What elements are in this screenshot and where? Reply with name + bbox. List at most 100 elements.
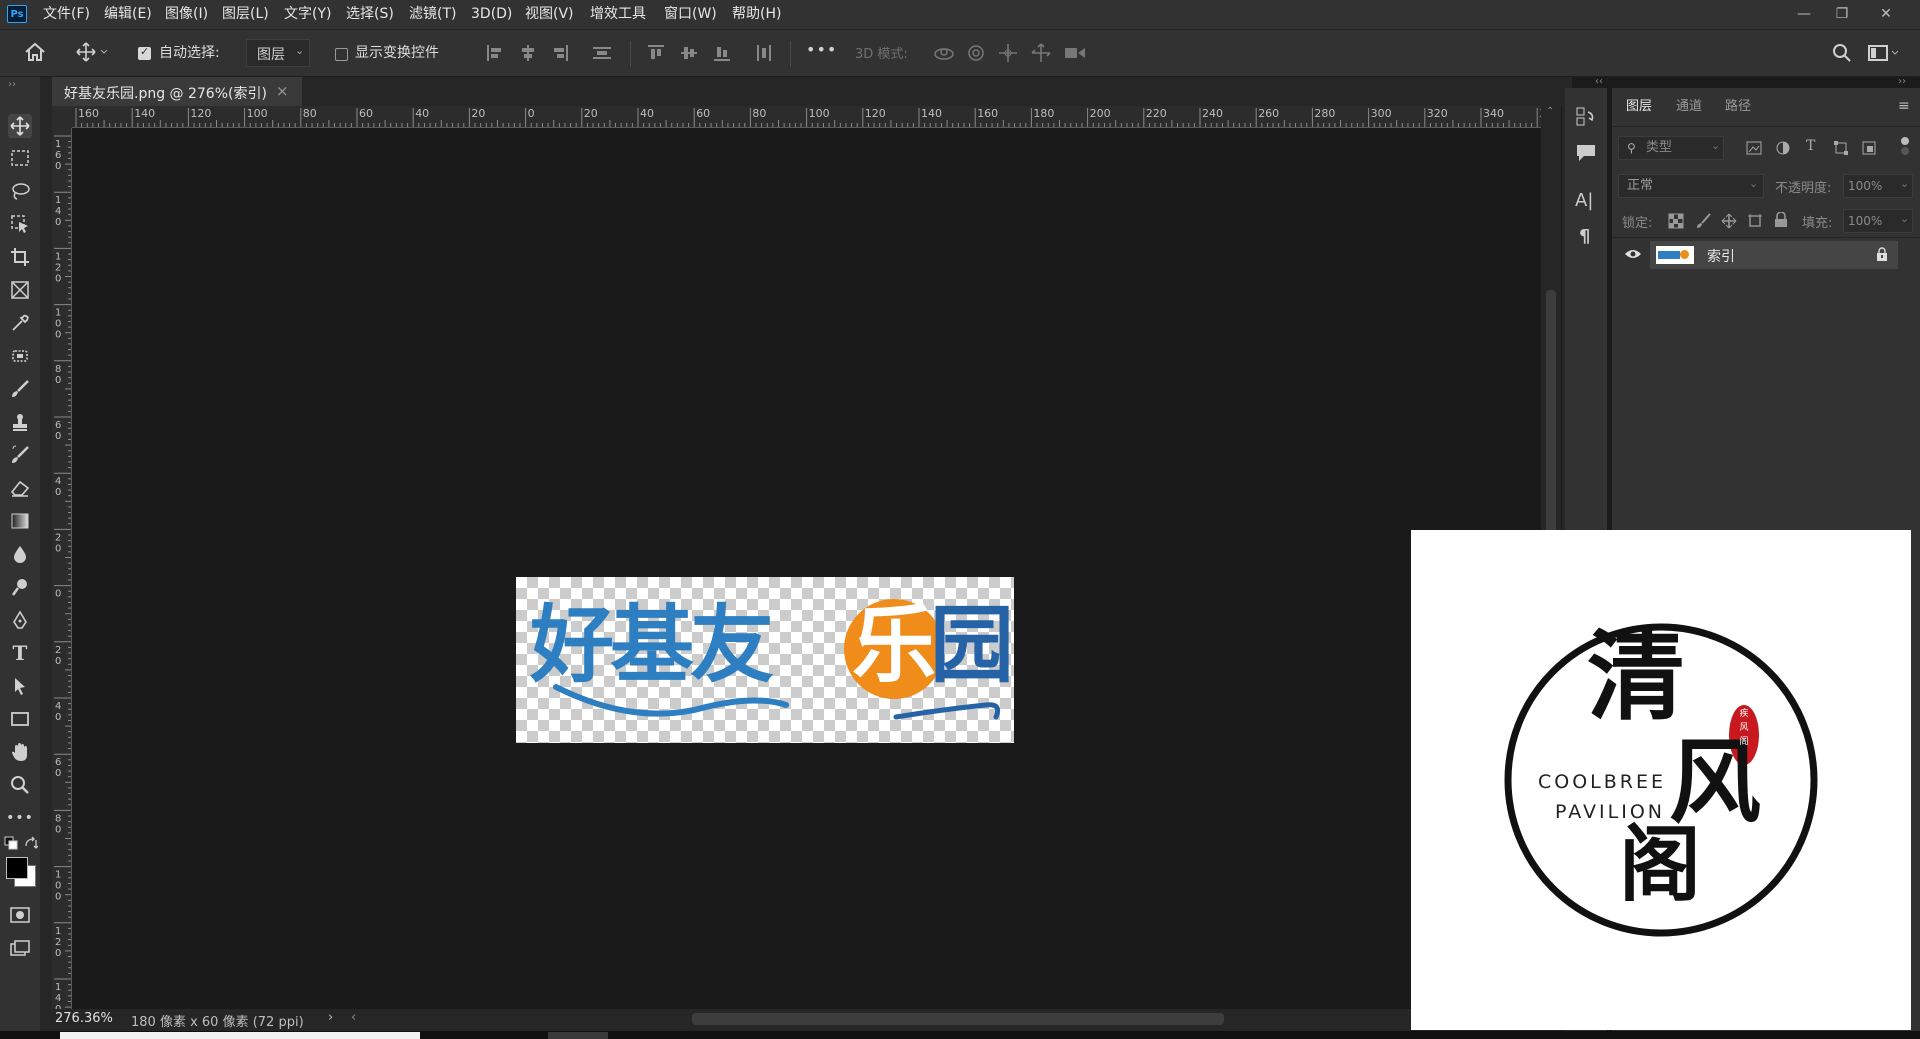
menu-window[interactable]: 窗口(W) [664, 0, 717, 29]
collapse-dock-icon[interactable]: ‹‹ [1595, 76, 1603, 87]
menu-filter[interactable]: 滤镜(T) [409, 0, 456, 29]
3d-slide-icon[interactable] [1031, 43, 1051, 67]
filter-smart-object-icon[interactable] [1861, 140, 1877, 160]
swap-colors-icon[interactable] [24, 836, 39, 854]
horizontal-ruler[interactable]: 160 140 120 100 80 60 40 20 0 20 40 60 80 100 120 140 16… [72, 106, 1541, 128]
zoom-tool-icon[interactable] [8, 773, 32, 797]
vertical-scroll-thumb[interactable] [1546, 290, 1556, 540]
menu-3d[interactable]: 3D(D) [471, 0, 512, 29]
align-top-icon[interactable] [647, 44, 665, 66]
target-dropdown[interactable]: 图层 ⌄ [246, 39, 310, 67]
default-colors-icon[interactable] [4, 836, 18, 854]
tab-channels[interactable]: 通道 [1676, 88, 1702, 126]
opacity-input[interactable]: 100% ⌄ [1843, 174, 1913, 198]
more-options-icon[interactable]: ••• [806, 40, 837, 59]
crop-tool-icon[interactable] [8, 245, 32, 269]
menu-type[interactable]: 文字(Y) [284, 0, 331, 29]
scroll-up-icon[interactable]: ⌃ [1546, 106, 1554, 117]
lock-position-icon[interactable] [1721, 213, 1737, 233]
gradient-tool-icon[interactable] [8, 509, 32, 533]
brush-tool-icon[interactable] [8, 377, 32, 401]
object-select-tool-icon[interactable] [8, 212, 32, 236]
align-middle-v-icon[interactable] [680, 44, 698, 66]
fill-input[interactable]: 100% ⌄ [1843, 209, 1913, 233]
menu-image[interactable]: 图像(I) [165, 0, 208, 29]
layer-filter-dropdown[interactable]: ⚲ 类型 ⌄ [1618, 136, 1724, 160]
marquee-tool-icon[interactable] [8, 146, 32, 170]
filter-adjustment-icon[interactable] [1775, 140, 1791, 160]
edit-toolbar-icon[interactable]: ••• [6, 806, 33, 830]
frame-tool-icon[interactable] [8, 278, 32, 302]
blur-tool-icon[interactable] [8, 542, 32, 566]
tab-layers[interactable]: 图层 [1626, 88, 1652, 126]
filter-type-icon[interactable]: T [1806, 138, 1815, 154]
history-brush-tool-icon[interactable] [8, 443, 32, 467]
collapse-arrows-icon[interactable]: ›› [8, 79, 16, 90]
expand-panels-icon[interactable]: ›› [1898, 76, 1906, 87]
foreground-color-swatch[interactable] [6, 857, 28, 879]
ruler-origin[interactable] [52, 106, 72, 128]
show-transform-checkbox[interactable] [335, 48, 348, 61]
lock-transparent-icon[interactable] [1668, 213, 1684, 233]
layer-row[interactable]: 索引 [1650, 241, 1898, 269]
move-tool-icon[interactable] [8, 114, 32, 138]
filter-shape-icon[interactable] [1833, 140, 1849, 160]
lock-image-icon[interactable] [1696, 213, 1712, 233]
visibility-eye-icon[interactable] [1624, 248, 1642, 264]
home-icon[interactable] [24, 42, 46, 66]
zoom-level[interactable]: 276.36% [55, 1011, 113, 1026]
type-tool-icon[interactable]: T [8, 641, 32, 665]
pen-tool-icon[interactable] [8, 608, 32, 632]
healing-brush-tool-icon[interactable] [8, 344, 32, 368]
menu-file[interactable]: 文件(F) [43, 0, 90, 29]
paragraph-panel-icon[interactable]: ¶ [1579, 226, 1590, 247]
screen-mode-icon[interactable] [8, 936, 32, 960]
search-icon[interactable] [1832, 43, 1852, 67]
path-selection-tool-icon[interactable] [8, 674, 32, 698]
distribute-vertical-icon[interactable] [592, 44, 612, 66]
dodge-tool-icon[interactable] [8, 575, 32, 599]
menu-view[interactable]: 视图(V) [525, 0, 574, 29]
menu-select[interactable]: 选择(S) [346, 0, 394, 29]
filter-pixel-icon[interactable] [1746, 140, 1762, 160]
menu-help[interactable]: 帮助(H) [732, 0, 781, 29]
align-bottom-icon[interactable] [713, 44, 731, 66]
workspace-icon[interactable] [1868, 43, 1900, 67]
3d-orbit-icon[interactable] [933, 44, 955, 66]
move-tool-preset-icon[interactable] [76, 42, 108, 66]
quick-mask-icon[interactable] [8, 903, 32, 927]
lock-all-icon[interactable] [1774, 211, 1788, 232]
hand-tool-icon[interactable] [8, 740, 32, 764]
horizontal-scroll-thumb[interactable] [692, 1013, 1224, 1025]
panel-menu-icon[interactable]: ≡ [1898, 98, 1910, 114]
menu-edit[interactable]: 编辑(E) [104, 0, 152, 29]
canvas-area[interactable] [72, 128, 1541, 1009]
character-panel-icon[interactable]: A| [1575, 190, 1593, 211]
history-panel-icon[interactable] [1575, 106, 1597, 132]
align-right-icon[interactable] [551, 44, 569, 66]
vertical-ruler[interactable]: 16014012010080604020020406080100120140 [52, 128, 72, 1009]
align-center-h-icon[interactable] [519, 44, 537, 66]
filter-toggle-icon[interactable] [1900, 136, 1910, 160]
tab-paths[interactable]: 路径 [1725, 88, 1751, 126]
3d-roll-icon[interactable] [966, 43, 986, 67]
clone-stamp-tool-icon[interactable] [8, 410, 32, 434]
auto-select-checkbox[interactable] [138, 45, 151, 60]
lock-artboard-icon[interactable] [1747, 213, 1763, 233]
minimize-button[interactable]: — [1784, 0, 1824, 29]
blend-mode-dropdown[interactable]: 正常 ⌄ [1618, 174, 1764, 198]
eyedropper-tool-icon[interactable] [8, 311, 32, 335]
3d-pan-icon[interactable] [998, 43, 1018, 67]
scroll-left-icon[interactable]: ‹ [351, 1010, 356, 1025]
lasso-tool-icon[interactable] [8, 179, 32, 203]
restore-button[interactable]: ❐ [1822, 0, 1862, 29]
document-image[interactable]: 好基友 乐 园 [516, 577, 1014, 743]
status-menu-arrow-icon[interactable]: › [328, 1010, 333, 1025]
taskbar-item[interactable] [548, 1032, 608, 1039]
distribute-horizontal-icon[interactable] [755, 44, 773, 66]
close-window-button[interactable]: ✕ [1866, 0, 1906, 29]
eraser-tool-icon[interactable] [8, 476, 32, 500]
rectangle-tool-icon[interactable] [8, 707, 32, 731]
comments-panel-icon[interactable] [1575, 142, 1597, 168]
document-tab[interactable]: 好基友乐园.png @ 276%(索引) × [52, 77, 302, 106]
